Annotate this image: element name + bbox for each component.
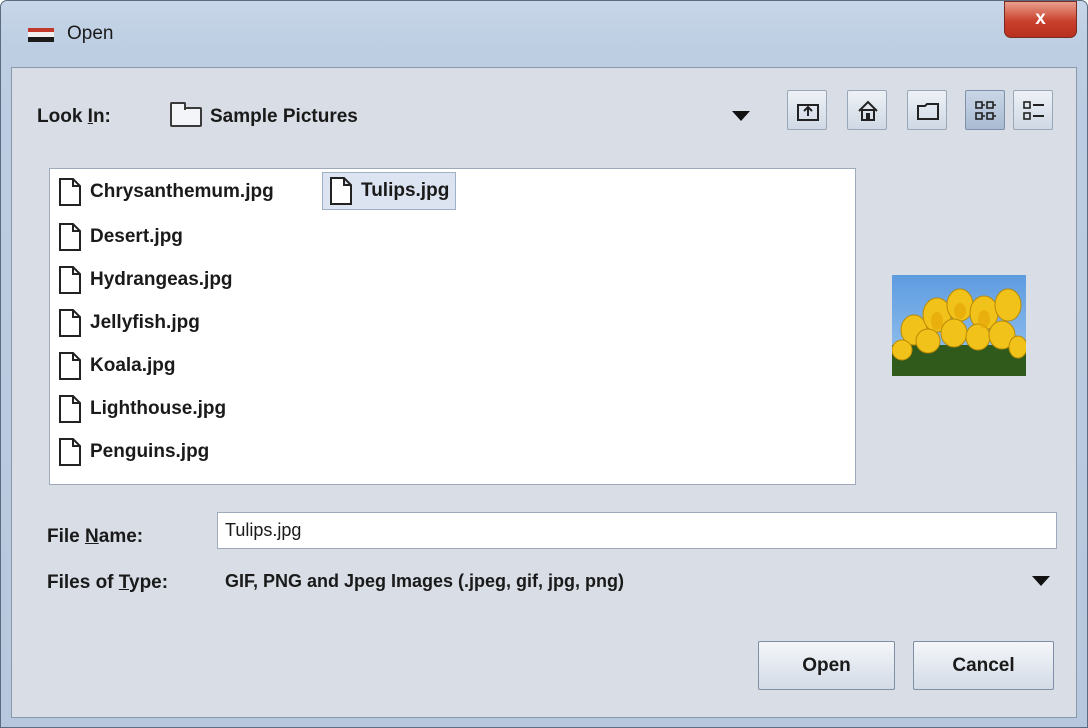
file-icon xyxy=(59,352,81,380)
file-name-value: Tulips.jpg xyxy=(225,520,302,540)
image-preview xyxy=(892,275,1026,376)
details-view-button[interactable] xyxy=(1013,90,1053,130)
file-icon xyxy=(59,438,81,466)
file-list[interactable]: Chrysanthemum.jpg Tulips.jpg Desert.jpg … xyxy=(49,168,856,485)
file-name: Chrysanthemum.jpg xyxy=(90,181,274,202)
file-name: Hydrangeas.jpg xyxy=(90,269,233,290)
open-button[interactable]: Open xyxy=(758,641,895,690)
file-icon xyxy=(59,395,81,423)
file-icon xyxy=(330,177,352,205)
list-view-button[interactable] xyxy=(965,90,1005,130)
look-in-label: Look In: xyxy=(37,106,111,127)
tulips-thumbnail xyxy=(892,275,1026,376)
folder-icon xyxy=(170,102,202,127)
file-item-penguins[interactable]: Penguins.jpg xyxy=(52,433,215,471)
file-name-field[interactable]: Tulips.jpg xyxy=(217,512,1057,549)
file-icon xyxy=(59,223,81,251)
file-type-combo[interactable]: GIF, PNG and Jpeg Images (.jpeg, gif, jp… xyxy=(217,560,1067,603)
file-name: Koala.jpg xyxy=(90,355,176,376)
file-icon xyxy=(59,178,81,206)
file-name: Tulips.jpg xyxy=(361,180,450,201)
file-icon xyxy=(59,309,81,337)
new-folder-button[interactable] xyxy=(907,90,947,130)
file-name: Jellyfish.jpg xyxy=(90,312,200,333)
list-view-icon xyxy=(975,101,996,120)
chevron-down-icon[interactable] xyxy=(1032,576,1050,586)
file-item-hydrangeas[interactable]: Hydrangeas.jpg xyxy=(52,261,239,299)
file-name: Desert.jpg xyxy=(90,226,183,247)
cancel-button[interactable]: Cancel xyxy=(913,641,1054,690)
open-dialog: Open x Look In: Sample Pictures Chrysant… xyxy=(0,0,1088,728)
dialog-body: Look In: Sample Pictures Chrysanthemum.j… xyxy=(11,67,1077,718)
up-one-level-button[interactable] xyxy=(787,90,827,130)
window-title: Open xyxy=(67,23,114,44)
java-app-icon xyxy=(28,28,54,42)
file-item-jellyfish[interactable]: Jellyfish.jpg xyxy=(52,304,206,342)
file-item-lighthouse[interactable]: Lighthouse.jpg xyxy=(52,390,232,428)
file-item-koala[interactable]: Koala.jpg xyxy=(52,347,182,385)
look-in-value: Sample Pictures xyxy=(210,106,358,127)
file-icon xyxy=(59,266,81,294)
look-in-combo[interactable]: Sample Pictures xyxy=(157,92,765,136)
chevron-down-icon[interactable] xyxy=(732,111,750,121)
up-one-level-icon xyxy=(797,104,819,121)
home-icon xyxy=(858,100,878,121)
file-name: Penguins.jpg xyxy=(90,441,210,462)
details-view-icon xyxy=(1023,101,1044,120)
file-type-value: GIF, PNG and Jpeg Images (.jpeg, gif, jp… xyxy=(225,571,625,591)
file-type-label: Files of Type: xyxy=(47,572,169,593)
file-name: Lighthouse.jpg xyxy=(90,398,227,419)
close-button[interactable]: x xyxy=(1004,1,1077,38)
file-item-tulips[interactable]: Tulips.jpg xyxy=(322,172,457,210)
home-button[interactable] xyxy=(847,90,887,130)
file-name-label: File Name: xyxy=(47,526,144,547)
title-bar[interactable]: Open x xyxy=(1,1,1087,67)
file-item-desert[interactable]: Desert.jpg xyxy=(52,218,189,256)
file-item-chrysanthemum[interactable]: Chrysanthemum.jpg xyxy=(52,173,280,211)
new-folder-icon xyxy=(917,103,939,120)
